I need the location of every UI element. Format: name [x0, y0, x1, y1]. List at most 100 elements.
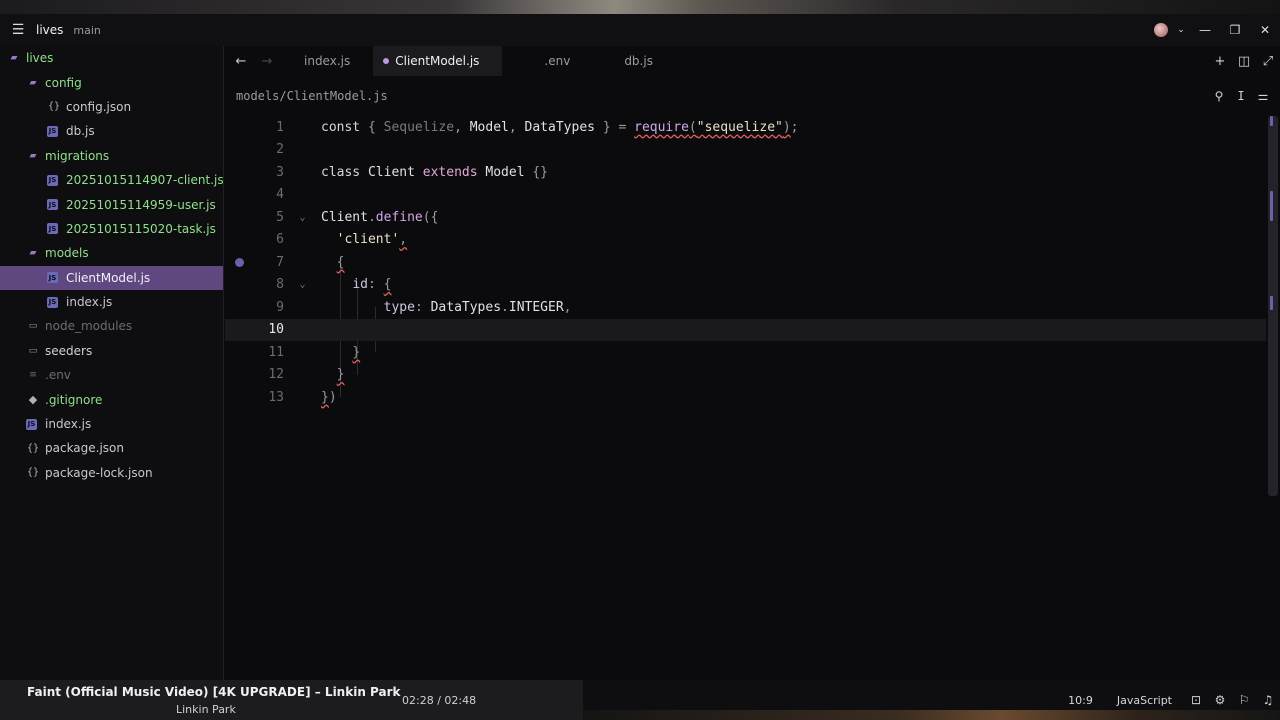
line-number: 10 — [268, 322, 284, 338]
tree-item-folder-models[interactable]: ▰ models — [0, 241, 223, 265]
tab-db-js[interactable]: db.js — [593, 46, 676, 76]
tree-item-file[interactable]: JS 20251015114959-user.js — [0, 192, 223, 216]
bell-icon[interactable]: ♫ — [1256, 693, 1280, 707]
media-player[interactable]: Faint (Official Music Video) [4K UPGRADE… — [0, 680, 583, 720]
code-text: } — [352, 344, 361, 360]
line-number: 9 — [276, 299, 284, 315]
line-number: 5 — [276, 209, 284, 225]
code-text: const { Sequelize, Model, DataTypes } = … — [321, 119, 799, 135]
settings-gear-icon[interactable]: ⚙ — [1208, 693, 1232, 707]
fold-chevron-icon[interactable]: ⌄ — [284, 279, 321, 290]
modified-dot-icon — [383, 58, 390, 64]
sliders-icon[interactable]: ⚌ — [1252, 89, 1274, 103]
branch-name[interactable]: main — [73, 24, 100, 37]
media-title: Faint (Official Music Video) [4K UPGRADE… — [27, 685, 401, 699]
file-icon: ≡ — [29, 370, 37, 381]
json-icon: {} — [47, 101, 61, 113]
maximize-icon[interactable]: ❐ — [1220, 14, 1250, 46]
split-pane-icon[interactable]: ◫ — [1232, 54, 1256, 69]
tree-item-file-selected[interactable]: JS ClientModel.js — [0, 265, 223, 290]
tab-env[interactable]: .env — [502, 46, 593, 76]
tree-item-file[interactable]: {} config.json — [0, 95, 223, 119]
tree-item-label: 20251015115020-task.js — [66, 221, 216, 236]
avatar[interactable] — [1154, 23, 1168, 37]
editor-pane: ← → index.js ClientModel.js .env db.js +… — [225, 46, 1280, 680]
language-mode[interactable]: JavaScript — [1117, 694, 1172, 707]
tree-item-label: index.js — [66, 295, 113, 310]
feedback-icon[interactable]: ⚐ — [1232, 693, 1256, 707]
tree-item-folder-node-modules[interactable]: ▭ node_modules — [0, 314, 223, 338]
code-area[interactable]: 1 const { Sequelize, Model, DataTypes } … — [225, 116, 1266, 409]
chevron-down-icon[interactable]: ⌄ — [1172, 14, 1190, 46]
vertical-scrollbar[interactable] — [1266, 116, 1280, 680]
code-line[interactable]: 9 type: DataTypes.INTEGER, — [225, 296, 1266, 319]
code-line[interactable]: 13 }) — [225, 386, 1266, 409]
project-name[interactable]: lives — [36, 23, 63, 37]
line-number: 3 — [276, 164, 284, 180]
tab-label: .env — [544, 54, 571, 68]
tab-clientmodel-js[interactable]: ClientModel.js — [373, 46, 503, 76]
expand-icon[interactable]: ⤢ — [1256, 54, 1280, 69]
file-explorer: ▰ lives ▰ config {} config.json JS db.js… — [0, 46, 224, 680]
code-line[interactable]: 6 'client', — [225, 229, 1266, 252]
close-icon[interactable]: ✕ — [1250, 14, 1280, 46]
tree-item-file[interactable]: JS index.js — [0, 412, 223, 436]
tree-item-file[interactable]: JS index.js — [0, 290, 223, 314]
cursor-position[interactable]: 10:9 — [1068, 694, 1093, 707]
tree-item-label: 20251015114907-client.js — [66, 173, 223, 188]
tree-item-file[interactable]: ◆ .gitignore — [0, 387, 223, 411]
code-line[interactable]: 7 { — [225, 251, 1266, 274]
js-icon: JS — [47, 272, 58, 284]
code-line[interactable]: 8 ⌄ id: { — [225, 274, 1266, 297]
code-text: } — [336, 367, 345, 383]
line-number: 2 — [276, 142, 284, 158]
tree-item-label: config — [45, 75, 82, 90]
breakpoint-dot[interactable] — [235, 257, 244, 267]
code-text: Client.define({ — [321, 209, 439, 225]
tree-item-file[interactable]: JS 20251015114907-client.js — [0, 168, 223, 192]
text-cursor-icon[interactable]: I — [1230, 89, 1252, 103]
tree-item-file[interactable]: JS db.js — [0, 119, 223, 143]
menu-icon[interactable]: ☰ — [0, 14, 36, 46]
scroll-marker — [1270, 191, 1273, 221]
window-controls: ⌄ — ❐ ✕ — [1154, 14, 1280, 46]
breadcrumb[interactable]: models/ClientModel.js — [236, 89, 388, 103]
tree-item-file[interactable]: ≡ .env — [0, 363, 223, 387]
plus-icon[interactable]: + — [1208, 54, 1232, 69]
line-number: 11 — [268, 344, 284, 360]
code-line[interactable]: 3 class Client extends Model {} — [225, 161, 1266, 184]
code-line[interactable]: 12 } — [225, 364, 1266, 387]
title-bar: ☰ lives main ⌄ — ❐ ✕ — [0, 14, 1280, 46]
line-number: 8 — [276, 277, 284, 293]
tree-item-file[interactable]: {} package.json — [0, 436, 223, 460]
code-line[interactable]: 4 — [225, 184, 1266, 207]
tree-item-label: index.js — [45, 417, 92, 432]
tree-item-file[interactable]: {} package-lock.json — [0, 461, 223, 485]
code-line[interactable]: 11 } — [225, 341, 1266, 364]
tree-item-label: migrations — [45, 148, 110, 163]
tree-item-file[interactable]: JS 20251015115020-task.js — [0, 217, 223, 241]
tree-item-folder-config[interactable]: ▰ config — [0, 70, 223, 94]
tree-item-label: lives — [26, 51, 54, 66]
tree-item-folder-seeders[interactable]: ▭ seeders — [0, 339, 223, 363]
line-number: 13 — [268, 389, 284, 405]
screenshot-icon[interactable]: ⊡ — [1184, 693, 1208, 707]
tree-item-folder-migrations[interactable]: ▰ migrations — [0, 144, 223, 168]
tree-item-label: db.js — [66, 124, 95, 139]
code-line[interactable]: 1 const { Sequelize, Model, DataTypes } … — [225, 116, 1266, 139]
breadcrumb-bar: models/ClientModel.js ⚲ I ⚌ — [225, 76, 1280, 116]
code-text: { — [336, 254, 345, 270]
tab-index-js[interactable]: index.js — [281, 46, 373, 76]
minimize-icon[interactable]: — — [1190, 14, 1220, 46]
tree-item-label: ClientModel.js — [66, 270, 151, 285]
forward-arrow-icon[interactable]: → — [254, 54, 280, 69]
search-icon[interactable]: ⚲ — [1208, 89, 1230, 103]
code-line[interactable]: 5 ⌄ Client.define({ — [225, 206, 1266, 229]
back-arrow-icon[interactable]: ← — [228, 54, 254, 69]
fold-chevron-icon[interactable]: ⌄ — [284, 212, 321, 223]
tree-item-label: .env — [45, 368, 71, 383]
js-icon: JS — [47, 199, 58, 211]
code-line-current[interactable]: 10 — [225, 318, 1266, 341]
tree-item-root-folder[interactable]: ▰ lives — [0, 46, 223, 70]
code-line[interactable]: 2 — [225, 139, 1266, 162]
